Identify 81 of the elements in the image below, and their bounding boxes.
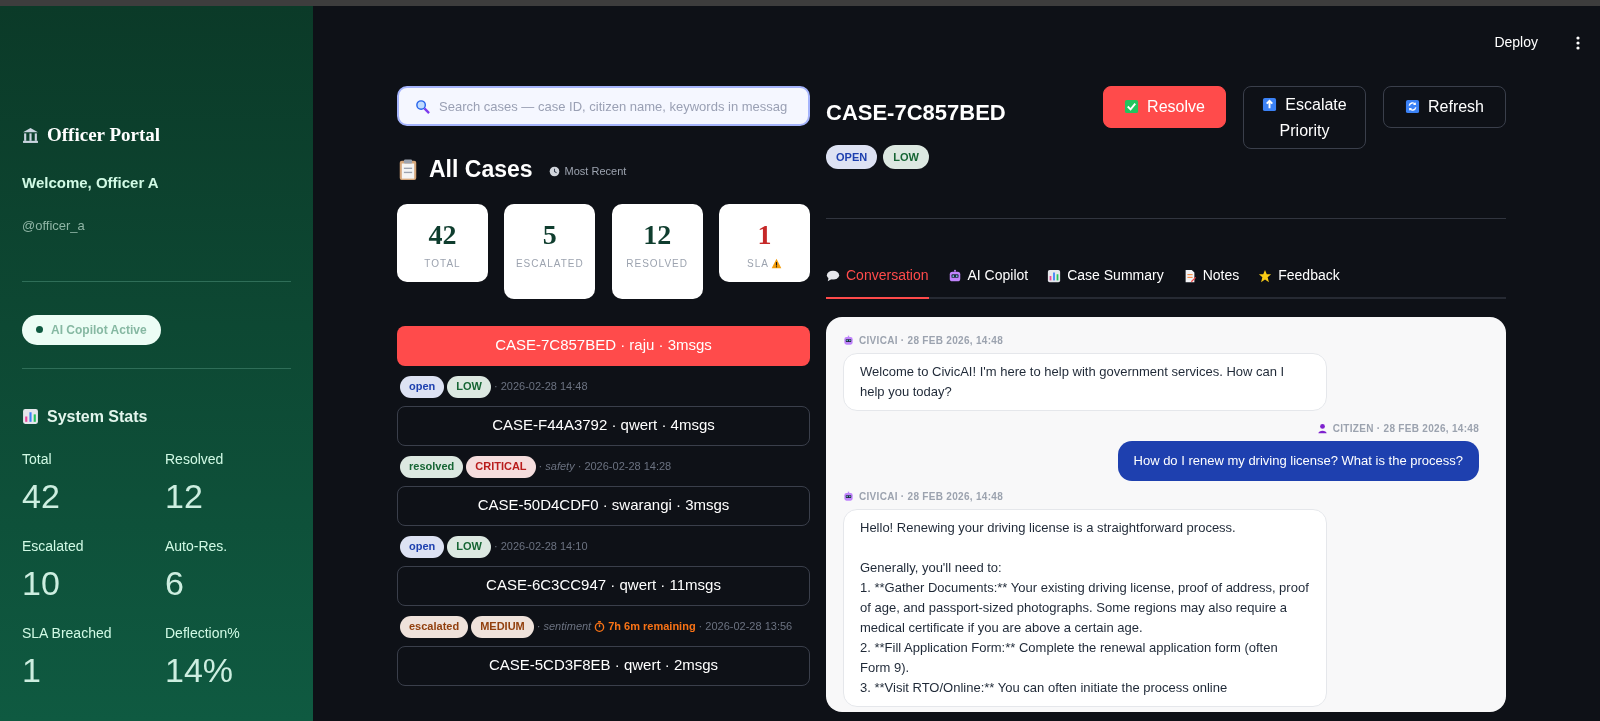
case-item[interactable]: CASE-F44A3792 · qwert · 4msgs — [397, 405, 810, 446]
case-item[interactable]: CASE-50D4CDF0 · swarangi · 3msgs — [397, 485, 810, 526]
status-badge: OPEN — [826, 145, 878, 169]
category-label: · sentiment — [536, 619, 592, 635]
case-title: CASE-7C857BED — [826, 99, 1006, 127]
tag: open — [400, 535, 445, 558]
case-timestamp: · 2026-02-28 14:10 — [493, 539, 588, 555]
status-badge: LOW — [883, 145, 929, 169]
search-field[interactable]: Search cases — case ID, citizen name, keywords in messag — [397, 86, 810, 126]
stat-value: 12 — [165, 475, 204, 516]
sort-label: Most Recent — [564, 164, 627, 179]
refresh-button[interactable]: Refresh — [1383, 86, 1506, 128]
portal-title: Officer Portal — [47, 123, 161, 147]
escalate-button[interactable]: Escalate Priority — [1243, 86, 1366, 149]
status-pill: AI Copilot Active — [22, 314, 161, 345]
tag: MEDIUM — [471, 615, 534, 638]
robot-icon — [843, 335, 854, 346]
stat-label: Auto-Res. — [165, 536, 229, 556]
stat-label: TOTAL — [424, 256, 461, 271]
tag: open — [400, 375, 445, 398]
stat-value: 1 — [757, 220, 772, 249]
stat-value: 42 — [22, 475, 61, 516]
bar-chart-icon — [1047, 268, 1062, 283]
section-title: All Cases — [429, 155, 533, 184]
welcome-text: Welcome, Officer A — [22, 172, 160, 193]
tag: CRITICAL — [466, 455, 536, 478]
stat-label: ESCALATED — [515, 256, 584, 271]
case-timestamp: · 2026-02-28 14:28 — [577, 459, 672, 475]
warning-icon — [770, 258, 782, 269]
check-icon — [1124, 99, 1140, 114]
deploy-button[interactable]: Deploy — [1494, 32, 1538, 53]
stat-label: RESOLVED — [626, 256, 688, 271]
message-bubble: Hello! Renewing your driving license is a straightforward process. Generally, you'll need to: 1. **Gather Documents:** Your existing driving license, proof of address, proof of age, and passport-sized photographs. Some regions may also require a medical certificate if you are above a certain age. 2. **Fill Application Form:** Complete the renewal application form (often Form 9). 3. **Visit RTO/Online:** You can often initiate the process online — [843, 509, 1327, 707]
tab[interactable]: Case Summary — [1047, 265, 1164, 299]
stat-value: 14% — [165, 649, 235, 690]
case-timestamp: · 2026-02-28 14:48 — [493, 379, 588, 395]
bank-icon — [22, 126, 39, 144]
bar-chart-icon — [22, 408, 39, 425]
message-sender: CIVICAI · 28 FEB 2026, 14:48 — [859, 334, 1003, 348]
case-timestamp: · 2026-02-28 13:56 — [698, 619, 793, 635]
stat-label: Resolved — [165, 449, 225, 469]
search-icon — [415, 99, 430, 114]
person-icon — [1316, 423, 1328, 434]
stat-value: 5 — [542, 220, 557, 249]
category-label: · safety — [538, 459, 575, 475]
clipboard-icon — [397, 158, 419, 181]
tab[interactable]: AI Copilot — [947, 265, 1029, 299]
clock-icon — [548, 165, 560, 177]
case-item[interactable]: CASE-5CD3F8EB · qwert · 2msgs — [397, 645, 810, 686]
robot-icon — [843, 491, 854, 502]
stat-value: 1 — [22, 649, 42, 690]
section-title: System Stats — [47, 406, 148, 427]
tab[interactable]: Feedback — [1258, 265, 1340, 299]
case-item[interactable]: CASE-6C3CC947 · qwert · 11msgs — [397, 565, 810, 606]
more-options-icon[interactable] — [1576, 35, 1580, 50]
tab[interactable]: Notes — [1182, 265, 1240, 299]
tag: resolved — [400, 455, 464, 478]
stat-label: Deflection% — [165, 623, 241, 643]
stat-value: 6 — [165, 562, 185, 603]
timer-icon — [594, 621, 606, 632]
speech-bubble-icon — [826, 268, 840, 283]
refresh-icon — [1405, 99, 1420, 114]
message-bubble: How do I renew my driving license? What is the process? — [1117, 441, 1479, 481]
message-sender: CIVICAI · 28 FEB 2026, 14:48 — [859, 490, 1003, 504]
sla-timer: 7h 6m remaining — [608, 619, 696, 635]
message-sender: CITIZEN · 28 FEB 2026, 14:48 — [1332, 422, 1479, 436]
stat-label: Total — [22, 449, 53, 469]
star-icon — [1258, 268, 1273, 283]
tab[interactable]: Conversation — [826, 265, 929, 299]
stat-value: 42 — [428, 220, 457, 249]
stat-label: SLA Breached — [22, 623, 113, 643]
stat-label: SLA — [747, 256, 769, 271]
tag: LOW — [447, 375, 491, 398]
stat-value: 10 — [22, 562, 61, 603]
stat-value: 12 — [643, 220, 672, 249]
tag: escalated — [400, 615, 469, 638]
tag: LOW — [447, 535, 491, 558]
stat-label: Escalated — [22, 536, 85, 556]
username: @officer_a — [22, 217, 86, 235]
robot-icon — [947, 268, 962, 283]
message-bubble: Welcome to CivicAI! I'm here to help with government services. How can I help you today? — [843, 353, 1327, 411]
